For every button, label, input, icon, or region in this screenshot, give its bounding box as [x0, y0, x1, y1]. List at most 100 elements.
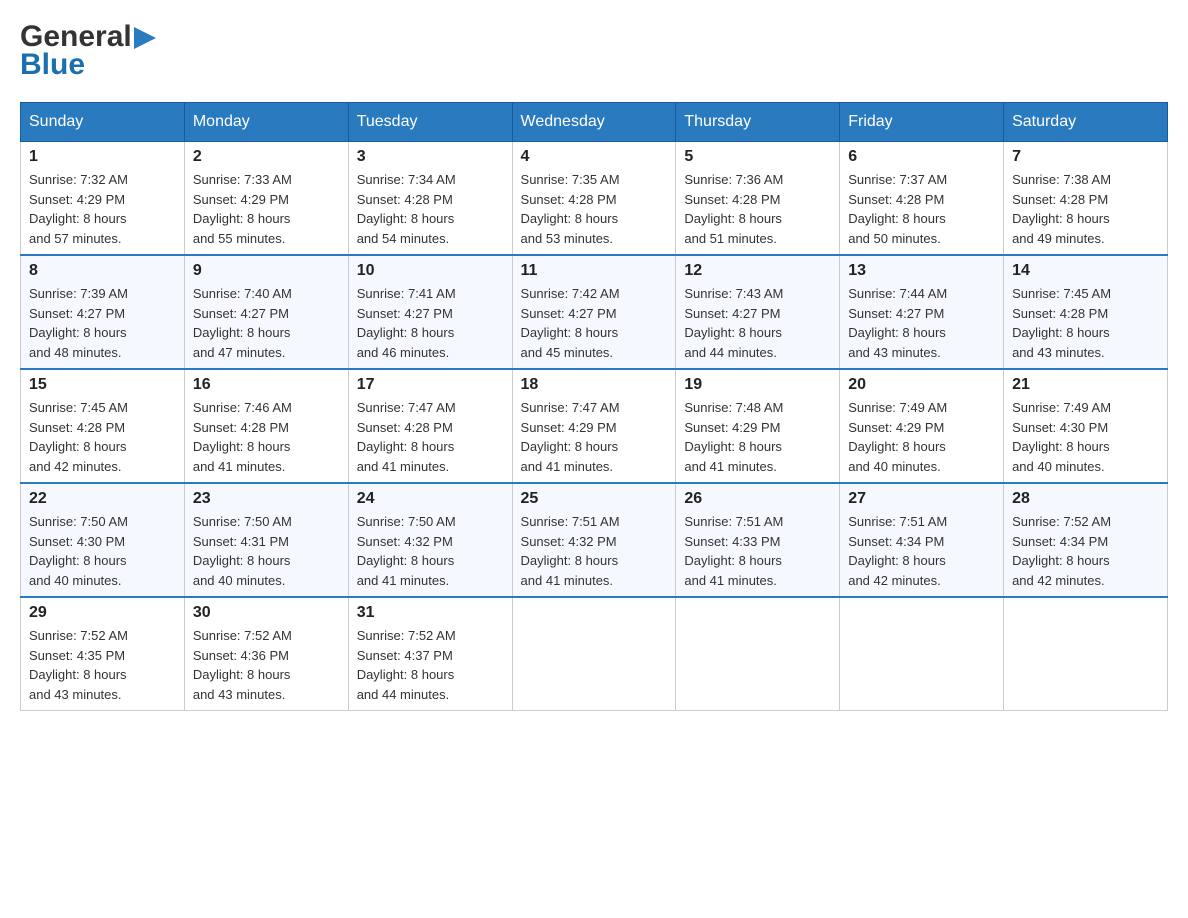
- day-info: Sunrise: 7:40 AMSunset: 4:27 PMDaylight:…: [193, 284, 340, 362]
- day-info: Sunrise: 7:50 AMSunset: 4:32 PMDaylight:…: [357, 512, 504, 590]
- weekday-header-thursday: Thursday: [676, 103, 840, 142]
- day-info: Sunrise: 7:49 AMSunset: 4:30 PMDaylight:…: [1012, 398, 1159, 476]
- calendar-day-9: 9 Sunrise: 7:40 AMSunset: 4:27 PMDaylight…: [184, 255, 348, 369]
- calendar-day-30: 30Sunrise: 7:52 AMSunset: 4:36 PMDayligh…: [184, 597, 348, 711]
- day-number: 17: [357, 376, 504, 394]
- day-number: 9: [193, 262, 340, 280]
- calendar-week-1: 1 Sunrise: 7:32 AMSunset: 4:29 PMDaylight…: [21, 142, 1168, 256]
- day-info: Sunrise: 7:32 AMSunset: 4:29 PMDaylight:…: [29, 170, 176, 248]
- day-number: 14: [1012, 262, 1159, 280]
- day-info: Sunrise: 7:43 AMSunset: 4:27 PMDaylight:…: [684, 284, 831, 362]
- calendar-week-4: 22Sunrise: 7:50 AMSunset: 4:30 PMDayligh…: [21, 483, 1168, 597]
- calendar-day-1: 1 Sunrise: 7:32 AMSunset: 4:29 PMDaylight…: [21, 142, 185, 256]
- calendar-day-22: 22Sunrise: 7:50 AMSunset: 4:30 PMDayligh…: [21, 483, 185, 597]
- day-info: Sunrise: 7:51 AMSunset: 4:34 PMDaylight:…: [848, 512, 995, 590]
- logo-blue-text: Blue: [20, 48, 156, 82]
- calendar-day-7: 7Sunrise: 7:38 AMSunset: 4:28 PMDaylight…: [1004, 142, 1168, 256]
- day-number: 18: [521, 376, 668, 394]
- day-info: Sunrise: 7:45 AMSunset: 4:28 PMDaylight:…: [1012, 284, 1159, 362]
- calendar-day-12: 12 Sunrise: 7:43 AMSunset: 4:27 PMDayligh…: [676, 255, 840, 369]
- day-number: 2: [193, 148, 340, 166]
- day-info: Sunrise: 7:46 AMSunset: 4:28 PMDaylight:…: [193, 398, 340, 476]
- day-number: 23: [193, 490, 340, 508]
- calendar-day-8: 8Sunrise: 7:39 AMSunset: 4:27 PMDaylight…: [21, 255, 185, 369]
- day-number: 28: [1012, 490, 1159, 508]
- day-info: Sunrise: 7:47 AMSunset: 4:29 PMDaylight:…: [521, 398, 668, 476]
- day-number: 5: [684, 148, 831, 166]
- day-info: Sunrise: 7:52 AMSunset: 4:34 PMDaylight:…: [1012, 512, 1159, 590]
- day-number: 25: [521, 490, 668, 508]
- empty-cell: [512, 597, 676, 711]
- day-info: Sunrise: 7:52 AMSunset: 4:35 PMDaylight:…: [29, 626, 176, 704]
- empty-cell: [840, 597, 1004, 711]
- day-number: 11: [521, 262, 668, 280]
- day-number: 15: [29, 376, 176, 394]
- calendar-day-20: 20 Sunrise: 7:49 AMSunset: 4:29 PMDayligh…: [840, 369, 1004, 483]
- day-number: 3: [357, 148, 504, 166]
- weekday-header-monday: Monday: [184, 103, 348, 142]
- calendar-day-4: 4Sunrise: 7:35 AMSunset: 4:28 PMDaylight…: [512, 142, 676, 256]
- calendar-day-15: 15 Sunrise: 7:45 AMSunset: 4:28 PMDayligh…: [21, 369, 185, 483]
- calendar-day-21: 21 Sunrise: 7:49 AMSunset: 4:30 PMDayligh…: [1004, 369, 1168, 483]
- day-info: Sunrise: 7:41 AMSunset: 4:27 PMDaylight:…: [357, 284, 504, 362]
- calendar-day-3: 3 Sunrise: 7:34 AMSunset: 4:28 PMDaylight…: [348, 142, 512, 256]
- calendar-day-14: 14 Sunrise: 7:45 AMSunset: 4:28 PMDayligh…: [1004, 255, 1168, 369]
- calendar-day-24: 24 Sunrise: 7:50 AMSunset: 4:32 PMDayligh…: [348, 483, 512, 597]
- day-info: Sunrise: 7:35 AMSunset: 4:28 PMDaylight:…: [521, 170, 668, 248]
- day-info: Sunrise: 7:42 AMSunset: 4:27 PMDaylight:…: [521, 284, 668, 362]
- day-info: Sunrise: 7:44 AMSunset: 4:27 PMDaylight:…: [848, 284, 995, 362]
- day-number: 24: [357, 490, 504, 508]
- day-number: 27: [848, 490, 995, 508]
- calendar-day-27: 27 Sunrise: 7:51 AMSunset: 4:34 PMDayligh…: [840, 483, 1004, 597]
- day-number: 6: [848, 148, 995, 166]
- day-info: Sunrise: 7:52 AMSunset: 4:37 PMDaylight:…: [357, 626, 504, 704]
- day-info: Sunrise: 7:48 AMSunset: 4:29 PMDaylight:…: [684, 398, 831, 476]
- day-number: 21: [1012, 376, 1159, 394]
- calendar-week-5: 29 Sunrise: 7:52 AMSunset: 4:35 PMDayligh…: [21, 597, 1168, 711]
- calendar-day-6: 6Sunrise: 7:37 AMSunset: 4:28 PMDaylight…: [840, 142, 1004, 256]
- day-number: 1: [29, 148, 176, 166]
- day-info: Sunrise: 7:51 AMSunset: 4:33 PMDaylight:…: [684, 512, 831, 590]
- day-info: Sunrise: 7:49 AMSunset: 4:29 PMDaylight:…: [848, 398, 995, 476]
- day-info: Sunrise: 7:33 AMSunset: 4:29 PMDaylight:…: [193, 170, 340, 248]
- day-number: 31: [357, 604, 504, 622]
- day-info: Sunrise: 7:47 AMSunset: 4:28 PMDaylight:…: [357, 398, 504, 476]
- calendar-day-31: 31 Sunrise: 7:52 AMSunset: 4:37 PMDayligh…: [348, 597, 512, 711]
- calendar-day-19: 19Sunrise: 7:48 AMSunset: 4:29 PMDayligh…: [676, 369, 840, 483]
- day-info: Sunrise: 7:51 AMSunset: 4:32 PMDaylight:…: [521, 512, 668, 590]
- calendar-week-3: 15 Sunrise: 7:45 AMSunset: 4:28 PMDayligh…: [21, 369, 1168, 483]
- calendar-day-17: 17 Sunrise: 7:47 AMSunset: 4:28 PMDayligh…: [348, 369, 512, 483]
- day-info: Sunrise: 7:39 AMSunset: 4:27 PMDaylight:…: [29, 284, 176, 362]
- day-number: 13: [848, 262, 995, 280]
- calendar-day-13: 13 Sunrise: 7:44 AMSunset: 4:27 PMDayligh…: [840, 255, 1004, 369]
- day-info: Sunrise: 7:52 AMSunset: 4:36 PMDaylight:…: [193, 626, 340, 704]
- calendar-day-2: 2 Sunrise: 7:33 AMSunset: 4:29 PMDaylight…: [184, 142, 348, 256]
- calendar-day-25: 25 Sunrise: 7:51 AMSunset: 4:32 PMDayligh…: [512, 483, 676, 597]
- day-number: 29: [29, 604, 176, 622]
- calendar-day-16: 16 Sunrise: 7:46 AMSunset: 4:28 PMDayligh…: [184, 369, 348, 483]
- day-info: Sunrise: 7:38 AMSunset: 4:28 PMDaylight:…: [1012, 170, 1159, 248]
- day-info: Sunrise: 7:45 AMSunset: 4:28 PMDaylight:…: [29, 398, 176, 476]
- calendar-day-23: 23Sunrise: 7:50 AMSunset: 4:31 PMDayligh…: [184, 483, 348, 597]
- weekday-header-wednesday: Wednesday: [512, 103, 676, 142]
- empty-cell: [1004, 597, 1168, 711]
- day-number: 20: [848, 376, 995, 394]
- calendar-day-18: 18 Sunrise: 7:47 AMSunset: 4:29 PMDayligh…: [512, 369, 676, 483]
- day-number: 10: [357, 262, 504, 280]
- day-number: 16: [193, 376, 340, 394]
- day-info: Sunrise: 7:34 AMSunset: 4:28 PMDaylight:…: [357, 170, 504, 248]
- calendar-day-28: 28 Sunrise: 7:52 AMSunset: 4:34 PMDayligh…: [1004, 483, 1168, 597]
- day-number: 12: [684, 262, 831, 280]
- calendar-day-29: 29 Sunrise: 7:52 AMSunset: 4:35 PMDayligh…: [21, 597, 185, 711]
- page-header: General Blue: [20, 20, 1168, 82]
- weekday-header-friday: Friday: [840, 103, 1004, 142]
- calendar-day-5: 5Sunrise: 7:36 AMSunset: 4:28 PMDaylight…: [676, 142, 840, 256]
- weekday-header-saturday: Saturday: [1004, 103, 1168, 142]
- day-number: 26: [684, 490, 831, 508]
- day-info: Sunrise: 7:50 AMSunset: 4:30 PMDaylight:…: [29, 512, 176, 590]
- empty-cell: [676, 597, 840, 711]
- logo-triangle-icon: [134, 27, 156, 49]
- weekday-header-row: SundayMondayTuesdayWednesdayThursdayFrid…: [21, 103, 1168, 142]
- calendar-day-10: 10 Sunrise: 7:41 AMSunset: 4:27 PMDayligh…: [348, 255, 512, 369]
- calendar-table: SundayMondayTuesdayWednesdayThursdayFrid…: [20, 102, 1168, 711]
